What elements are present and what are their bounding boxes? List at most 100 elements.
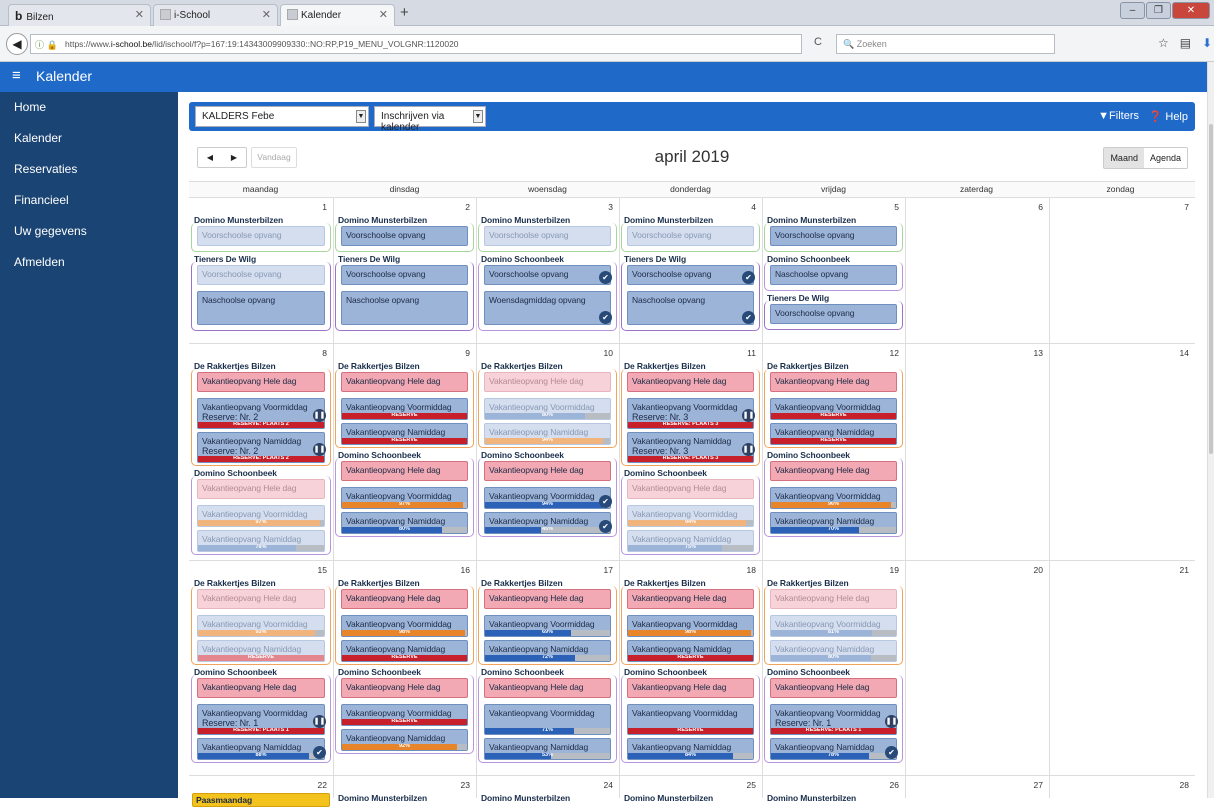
provider-group-frame (478, 586, 617, 665)
day-number: 27 (1033, 780, 1043, 790)
day-number: 28 (1179, 780, 1189, 790)
column-divider (762, 198, 763, 798)
tab-kalender[interactable]: Kalender ✕ (280, 4, 395, 26)
day-number: 3 (608, 202, 613, 212)
day-number: 20 (1033, 565, 1043, 575)
back-arrow-icon[interactable]: ◀ (6, 33, 28, 55)
day-number: 26 (889, 780, 899, 790)
view-agenda-button[interactable]: Agenda (1144, 148, 1187, 168)
bilzen-favicon-icon: b (15, 9, 23, 23)
window-close-icon[interactable]: ✕ (1172, 2, 1210, 19)
sidebar-item-uw-gegevens[interactable]: Uw gegevens (0, 216, 178, 247)
close-tab-icon[interactable]: ✕ (379, 8, 388, 21)
provider-name: Domino Munsterbilzen (338, 793, 428, 803)
sidebar-item-financieel[interactable]: Financieel (0, 185, 178, 216)
url-domain: i-school.be (110, 39, 152, 49)
filters-button[interactable]: ▼Filters (1098, 110, 1139, 122)
sidebar: Home Kalender Reservaties Financieel Uw … (0, 92, 178, 798)
browser-nav-bar: ◀ ⓘ 🔒 https://www.i-school.be/lid/ischool… (0, 26, 1214, 62)
sidebar-item-afmelden[interactable]: Afmelden (0, 247, 178, 278)
activity-slot[interactable]: Paasmaandag (192, 793, 330, 807)
sidebar-item-kalender[interactable]: Kalender (0, 123, 178, 154)
reload-icon[interactable]: C (814, 36, 822, 48)
day-number: 23 (460, 780, 470, 790)
tab-ischool[interactable]: i-School ✕ (153, 4, 278, 26)
next-month-button[interactable]: ▶ (222, 148, 246, 167)
day-number: 17 (603, 565, 613, 575)
scrollbar-thumb[interactable] (1209, 124, 1213, 454)
child-select[interactable]: KALDERS Febe ▼ (195, 106, 369, 127)
tab-kalender-label: Kalender (301, 10, 342, 21)
provider-group-frame (478, 262, 617, 331)
prev-next-group: ◀ ▶ (197, 147, 247, 168)
provider-group-frame (621, 476, 760, 555)
filters-label: Filters (1109, 110, 1139, 122)
weekday-donderdag: donderdag (670, 184, 711, 194)
close-tab-icon[interactable]: ✕ (262, 8, 271, 21)
window-controls: – ❐ ✕ (1120, 2, 1210, 19)
provider-group-frame (764, 458, 903, 537)
provider-group-frame (478, 369, 617, 448)
view-month-button[interactable]: Maand (1104, 148, 1144, 168)
menu-toggle-icon[interactable]: ≡ (12, 67, 21, 84)
week-divider (189, 775, 1195, 776)
provider-group-frame (478, 223, 617, 252)
reading-list-icon[interactable]: ▤ (1180, 36, 1191, 50)
filter-icon: ▼ (1098, 110, 1110, 122)
provider-group-frame (764, 586, 903, 665)
day-number: 12 (889, 348, 899, 358)
url-prefix: https://www. (65, 39, 111, 49)
provider-group-frame (764, 223, 903, 252)
provider-name: Domino Munsterbilzen (767, 793, 857, 803)
day-number: 19 (889, 565, 899, 575)
day-number: 1 (322, 202, 327, 212)
calendar-filter-bar: KALDERS Febe ▼ Inschrijven via kalender ▼ … (189, 102, 1195, 133)
tab-ischool-label: i-School (174, 10, 211, 21)
prev-month-button[interactable]: ◀ (198, 148, 222, 167)
provider-group-frame (335, 223, 474, 252)
provider-group-frame (621, 223, 760, 252)
provider-group-frame (621, 586, 760, 665)
day-number: 5 (894, 202, 899, 212)
provider-group-frame (621, 369, 760, 466)
day-number: 10 (603, 348, 613, 358)
provider-group-frame (764, 301, 903, 330)
column-divider (619, 198, 620, 798)
url-bar[interactable]: ⓘ 🔒 https://www.i-school.be/lid/ischool/f… (30, 34, 802, 54)
day-number: 14 (1179, 348, 1189, 358)
search-input[interactable]: 🔍 Zoeken (836, 34, 1055, 54)
help-button[interactable]: ❓ Help (1149, 110, 1188, 123)
maximize-icon[interactable]: ❐ (1146, 2, 1171, 19)
new-tab-icon[interactable]: + (400, 4, 409, 21)
day-number: 24 (603, 780, 613, 790)
favicon-icon (287, 9, 298, 20)
calendar-nav: ◀ ▶ Vandaag april 2019 Maand Agenda (189, 139, 1195, 171)
day-number: 7 (1184, 202, 1189, 212)
bookmark-star-icon[interactable]: ☆ (1158, 36, 1169, 50)
main-content: KALDERS Febe ▼ Inschrijven via kalender ▼ … (178, 92, 1207, 807)
view-switcher: Maand Agenda (1103, 147, 1188, 169)
weekday-maandag: maandag (242, 184, 279, 194)
month-grid: 1 2 3 4 5 6 7 Domino Munsterbilzen Voorschoolse … (189, 198, 1195, 807)
close-tab-icon[interactable]: ✕ (135, 8, 144, 21)
page-title: Kalender (36, 68, 93, 84)
day-number: 18 (746, 565, 756, 575)
provider-group-frame (191, 675, 331, 763)
mode-select-value: Inschrijven via kalender (381, 111, 445, 133)
sidebar-item-home[interactable]: Home (0, 92, 178, 123)
page-scrollbar[interactable] (1207, 62, 1214, 798)
provider-group-frame (478, 458, 617, 537)
download-icon[interactable]: ⬇ (1202, 36, 1212, 50)
mode-select[interactable]: Inschrijven via kalender ▼ (374, 106, 486, 133)
column-divider (905, 198, 906, 798)
tab-bilzen[interactable]: b Bilzen ✕ (8, 4, 151, 26)
provider-group-frame (335, 458, 474, 537)
activity-label: Paasmaandag (196, 795, 253, 805)
minimize-icon[interactable]: – (1120, 2, 1145, 19)
sidebar-item-reservaties[interactable]: Reservaties (0, 154, 178, 185)
day-number: 11 (747, 348, 756, 358)
provider-group-frame (621, 262, 760, 331)
provider-group-frame (191, 223, 331, 252)
day-number: 16 (460, 565, 470, 575)
today-button[interactable]: Vandaag (251, 147, 297, 168)
